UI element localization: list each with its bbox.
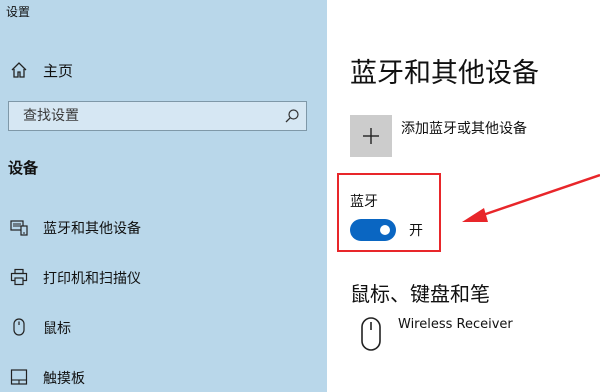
mouse-icon xyxy=(361,317,381,351)
toggle-knob xyxy=(380,225,390,235)
sidebar-item-label: 主页 xyxy=(43,62,74,80)
sidebar-item-touchpad[interactable]: 触摸板 xyxy=(0,360,327,392)
printer-icon xyxy=(10,268,28,286)
plus-icon xyxy=(363,128,379,144)
sidebar: 设置 主页 设备 蓝牙和其他设备 打印机和扫描仪 xyxy=(0,0,327,392)
sidebar-item-label: 蓝牙和其他设备 xyxy=(43,221,141,237)
bluetooth-state-label: 开 xyxy=(409,223,423,239)
search-input[interactable] xyxy=(9,102,306,130)
bluetooth-toggle[interactable] xyxy=(350,219,396,241)
sidebar-item-label: 打印机和扫描仪 xyxy=(43,271,141,287)
add-device-button[interactable] xyxy=(350,115,392,157)
page-title: 蓝牙和其他设备 xyxy=(350,58,539,89)
search-box[interactable] xyxy=(8,101,307,131)
main-content: 蓝牙和其他设备 添加蓝牙或其他设备 蓝牙 开 鼠标、键盘和笔 Wireless … xyxy=(327,0,600,392)
section-title: 设备 xyxy=(8,159,39,177)
sidebar-item-printers[interactable]: 打印机和扫描仪 xyxy=(0,260,327,294)
device-name[interactable]: Wireless Receiver xyxy=(398,317,513,332)
app-title: 设置 xyxy=(6,5,31,19)
sidebar-item-bluetooth-devices[interactable]: 蓝牙和其他设备 xyxy=(0,210,327,244)
sidebar-item-label: 触摸板 xyxy=(43,371,85,387)
search-icon[interactable] xyxy=(284,108,300,124)
mouse-icon xyxy=(13,318,25,336)
touchpad-icon xyxy=(10,369,28,385)
bluetooth-label: 蓝牙 xyxy=(350,194,378,210)
devices-icon xyxy=(10,220,28,236)
sidebar-item-home[interactable]: 主页 xyxy=(0,55,327,85)
add-device-label[interactable]: 添加蓝牙或其他设备 xyxy=(401,118,527,138)
mouse-keyboard-pen-title: 鼠标、键盘和笔 xyxy=(350,282,490,306)
home-icon xyxy=(11,62,27,78)
sidebar-item-label: 鼠标 xyxy=(43,321,71,337)
sidebar-item-mouse[interactable]: 鼠标 xyxy=(0,310,327,344)
